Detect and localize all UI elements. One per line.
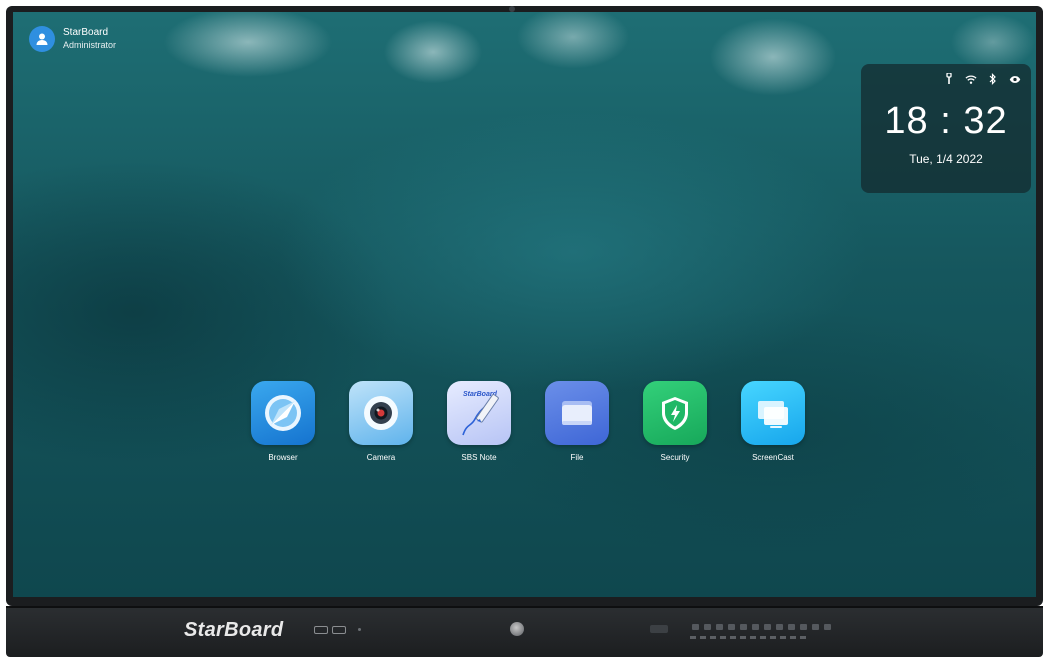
hardware-key[interactable] [812, 624, 819, 630]
eye-icon[interactable] [1009, 73, 1021, 85]
usb-port [314, 626, 328, 634]
app-camera[interactable]: Camera [348, 381, 414, 462]
app-label: Camera [366, 453, 396, 462]
user-name: StarBoard [63, 27, 109, 38]
status-icons [943, 73, 1021, 85]
user-badge[interactable]: StarBoard Administrator [29, 26, 116, 52]
app-screencast[interactable]: ScreenCast [740, 381, 806, 462]
hardware-keys [692, 624, 831, 630]
wifi-icon[interactable] [965, 73, 977, 85]
app-dock: Browser Camera StarBoard SBS Note File S… [250, 381, 806, 462]
bluetooth-icon[interactable] [987, 73, 999, 85]
ir-sensor [650, 625, 668, 633]
sbs-note-icon[interactable]: StarBoard [447, 381, 511, 445]
hardware-key[interactable] [788, 624, 795, 630]
hardware-key[interactable] [728, 624, 735, 630]
brand-logo: StarBoard [184, 619, 284, 641]
home-screen: StarBoard Administrator 18 : 32 Tue, 1/4… [13, 12, 1036, 597]
indicator-light [358, 628, 361, 631]
power-button[interactable] [510, 622, 524, 636]
user-icon [36, 33, 48, 45]
app-security[interactable]: Security [642, 381, 708, 462]
hardware-key[interactable] [752, 624, 759, 630]
hardware-key[interactable] [800, 624, 807, 630]
app-label: ScreenCast [752, 453, 794, 462]
hardware-key[interactable] [740, 624, 747, 630]
usb-port [332, 626, 346, 634]
clock-widget: 18 : 32 Tue, 1/4 2022 [861, 64, 1031, 193]
front-ports [314, 626, 346, 634]
hardware-key[interactable] [776, 624, 783, 630]
hardware-key-labels [690, 636, 810, 639]
clock-time: 18 : 32 [884, 100, 1008, 142]
app-sbs-note[interactable]: StarBoard SBS Note [446, 381, 512, 462]
app-label: SBS Note [461, 453, 497, 462]
hardware-key[interactable] [704, 624, 711, 630]
hardware-key[interactable] [824, 624, 831, 630]
clock-date: Tue, 1/4 2022 [909, 152, 983, 166]
app-label: File [570, 453, 584, 462]
browser-icon[interactable] [251, 381, 315, 445]
user-role: Administrator [63, 40, 117, 50]
camera-icon[interactable] [349, 381, 413, 445]
avatar[interactable] [29, 26, 55, 52]
device-bottom-panel: StarBoard [6, 606, 1043, 657]
app-file[interactable]: File [544, 381, 610, 462]
app-label: Security [660, 453, 690, 462]
usb-key-icon [943, 73, 955, 85]
app-browser[interactable]: Browser [250, 381, 316, 462]
security-icon[interactable] [643, 381, 707, 445]
hardware-key[interactable] [716, 624, 723, 630]
app-label: Browser [268, 453, 298, 462]
screencast-icon[interactable] [741, 381, 805, 445]
file-icon[interactable] [545, 381, 609, 445]
hardware-key[interactable] [764, 624, 771, 630]
hardware-key[interactable] [692, 624, 699, 630]
